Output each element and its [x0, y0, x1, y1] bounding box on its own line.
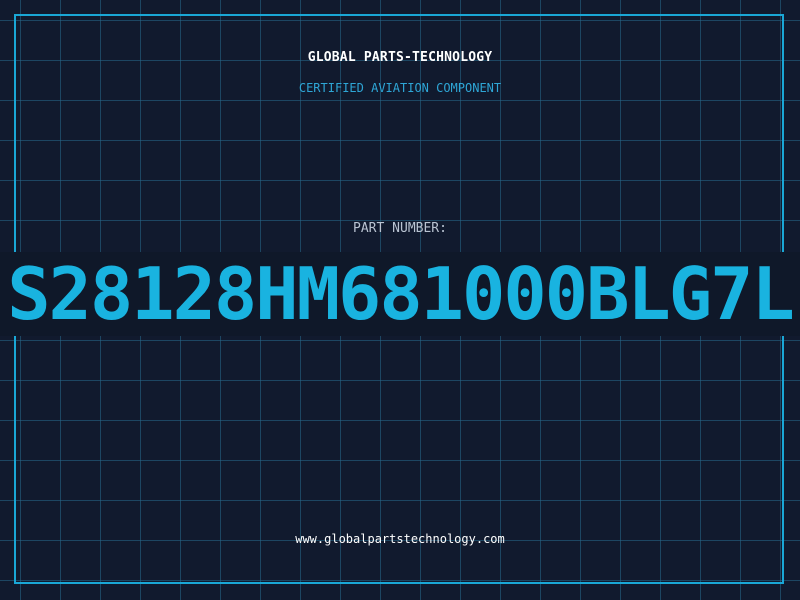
website-url: www.globalpartstechnology.com: [295, 532, 505, 546]
certification-subtitle: CERTIFIED AVIATION COMPONENT: [298, 81, 502, 95]
part-number-label: PART NUMBER:: [353, 221, 447, 236]
part-label-card: GLOBAL PARTS-TECHNOLOGY CERTIFIED AVIATI…: [0, 0, 800, 600]
part-number-value: S28128HM681000BLG7L: [7, 252, 795, 336]
part-number-band: S28128HM681000BLG7L: [0, 252, 800, 336]
brand-name: GLOBAL PARTS-TECHNOLOGY: [307, 50, 493, 65]
